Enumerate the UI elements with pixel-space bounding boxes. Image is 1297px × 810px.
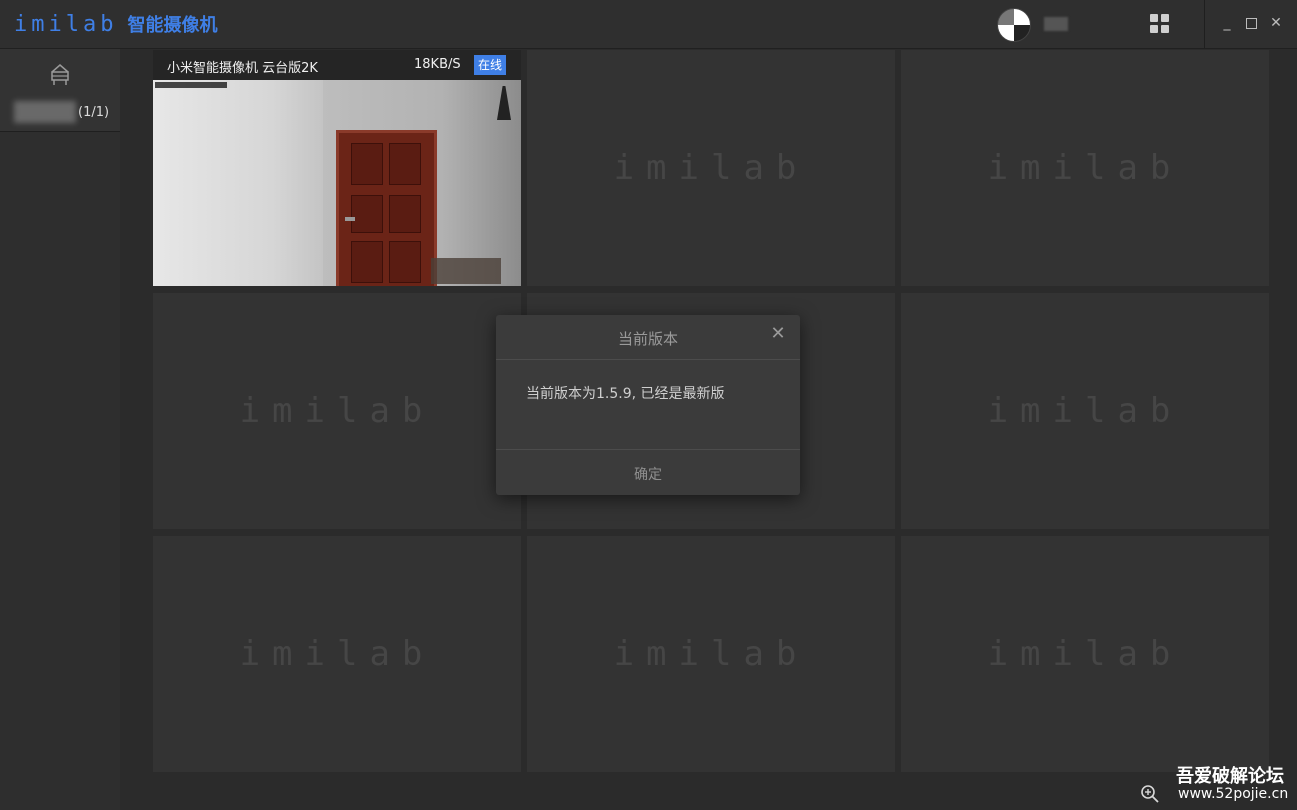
watermark-title: 吾爱破解论坛 — [1176, 766, 1284, 787]
sidebar: (1/1) — [0, 49, 120, 810]
home-icon — [51, 64, 69, 85]
minimize-button[interactable]: _ — [1216, 12, 1238, 34]
brand: imilab 智能摄像机 — [14, 8, 217, 40]
watermark-url: www.52pojie.cn — [1178, 786, 1289, 802]
close-window-button[interactable]: ✕ — [1265, 12, 1287, 34]
slot-logo: imilab — [987, 148, 1183, 188]
empty-camera-slot[interactable]: imilab — [901, 293, 1269, 529]
empty-camera-slot[interactable]: imilab — [901, 536, 1269, 772]
home-device-count: (1/1) — [78, 105, 110, 120]
empty-camera-slot[interactable]: imilab — [153, 536, 521, 772]
empty-camera-slot[interactable]: imilab — [527, 50, 895, 286]
camera-header: 小米智能摄像机 云台版2K 18KB/S 在线 — [153, 50, 521, 80]
camera-speed: 18KB/S — [414, 57, 461, 72]
home-name-redacted — [14, 101, 76, 123]
camera-tile[interactable]: 小米智能摄像机 云台版2K 18KB/S 在线 — [153, 50, 521, 286]
slot-logo: imilab — [987, 391, 1183, 431]
dialog-close-button[interactable]: ✕ — [768, 324, 788, 344]
empty-camera-slot[interactable]: imilab — [527, 536, 895, 772]
maximize-icon — [1245, 17, 1257, 29]
video-timestamp — [155, 82, 227, 88]
slot-logo: imilab — [987, 634, 1183, 674]
dialog-message: 当前版本为1.5.9, 已经是最新版 — [526, 386, 725, 402]
window-controls-divider — [1204, 0, 1205, 48]
maximize-button[interactable] — [1240, 12, 1262, 34]
grid-layout-icon[interactable] — [1150, 14, 1170, 34]
app-logo: imilab — [14, 11, 118, 37]
user-avatar[interactable] — [997, 8, 1031, 42]
door-image — [336, 130, 437, 286]
empty-camera-slot[interactable]: imilab — [901, 50, 1269, 286]
empty-camera-slot[interactable]: imilab — [153, 293, 521, 529]
zoom-in-icon[interactable] — [1140, 784, 1160, 804]
status-badge: 在线 — [474, 55, 507, 75]
slot-logo: imilab — [239, 634, 435, 674]
sidebar-home-group[interactable]: (1/1) — [0, 49, 120, 132]
dialog-footer[interactable]: 确定 — [496, 449, 800, 496]
slot-logo: imilab — [613, 148, 809, 188]
ok-button[interactable]: 确定 — [496, 464, 800, 484]
title-bar: imilab 智能摄像机 _ ✕ — [0, 0, 1297, 49]
app-title: 智能摄像机 — [127, 15, 218, 36]
user-name-redacted[interactable] — [1044, 17, 1068, 31]
camera-video-feed[interactable] — [153, 80, 521, 286]
dialog-header: 当前版本 ✕ — [496, 315, 800, 360]
minimize-icon: _ — [1223, 15, 1231, 31]
slot-logo: imilab — [613, 634, 809, 674]
slot-logo: imilab — [239, 391, 435, 431]
dialog-title: 当前版本 — [617, 330, 678, 348]
version-dialog: 当前版本 ✕ 当前版本为1.5.9, 已经是最新版 确定 — [496, 315, 800, 495]
camera-name: 小米智能摄像机 云台版2K — [167, 61, 318, 76]
close-icon: ✕ — [770, 323, 786, 344]
close-icon: ✕ — [1270, 15, 1282, 31]
